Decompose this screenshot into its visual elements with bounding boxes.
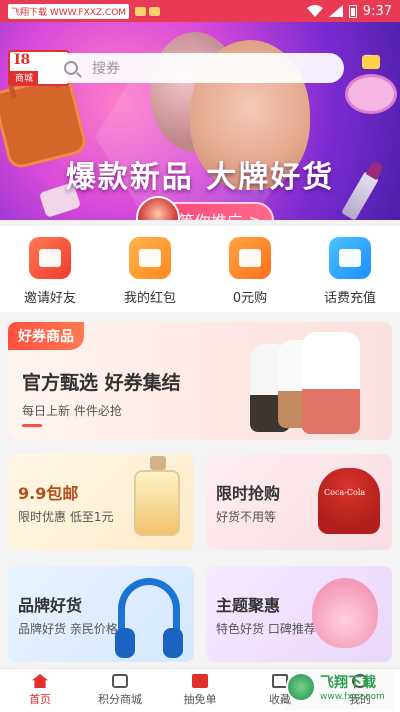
promo-card-themes[interactable]: 主题聚惠 特色好货 口碑推荐 — [206, 566, 392, 662]
quick-action-zero-buy[interactable]: 0元购 — [200, 226, 300, 312]
quick-action-red-packet[interactable]: 我的红包 — [100, 226, 200, 312]
promo-card-flash-sale[interactable]: 限时抢购 好货不用等 — [206, 454, 392, 550]
nav-points-mall[interactable]: 积分商城 — [80, 669, 160, 712]
nav-label: 首页 — [29, 693, 51, 706]
store-icon — [112, 674, 128, 688]
nav-free-draw[interactable]: 抽免单 — [160, 669, 240, 712]
coupon-subtitle: 每日上新 件件必抢 — [22, 404, 122, 418]
status-indicators: 9:37 — [306, 3, 392, 19]
quick-action-label: 邀请好友 — [23, 291, 76, 306]
promo-card-brands[interactable]: 品牌好货 品牌好货 亲民价格 — [8, 566, 194, 662]
jacket-image — [318, 468, 380, 534]
ticket-icon — [192, 674, 208, 688]
watermark-logo-icon — [286, 672, 316, 702]
promote-button-label: 等你推广 — [179, 208, 243, 220]
nav-home[interactable]: 首页 — [0, 669, 80, 712]
facial-brush-image — [312, 578, 378, 648]
banner-headline: 爆款新品 大牌好货 — [65, 160, 335, 195]
headphones-image — [115, 578, 183, 658]
compact-image — [348, 77, 394, 111]
speaker-image — [302, 332, 360, 434]
promo-card-title: 品牌好货 — [18, 596, 83, 615]
battery-icon — [348, 4, 357, 18]
promo-card-subtitle: 好货不用等 — [216, 510, 277, 524]
gift-icon — [129, 237, 171, 279]
site-watermark: 飞翔下载 www.fxxz.com — [284, 670, 394, 710]
quick-action-label: 话费充值 — [323, 291, 376, 306]
message-icon[interactable] — [362, 51, 380, 69]
coupon-underline — [22, 424, 42, 427]
watermark-url: www.fxxz.com — [320, 692, 385, 702]
promo-card-subtitle: 限时优惠 低至1元 — [18, 510, 114, 524]
search-bar[interactable]: 搜券 — [52, 53, 344, 83]
promo-card-subtitle: 品牌好货 亲民价格 — [18, 622, 118, 636]
promo-card-title: 9.9包邮 — [18, 484, 79, 503]
clock: 9:37 — [362, 3, 392, 19]
coupon-tag: 好券商品 — [8, 322, 84, 350]
hero-banner[interactable]: I8 商城 搜券 爆款新品 大牌好货 等你推广 > — [0, 22, 400, 220]
logo-subtext: 商城 — [10, 71, 38, 84]
download-watermark: 飞翔下载 WWW.FXXZ.COM — [8, 3, 130, 19]
search-icon — [64, 61, 78, 75]
watermark-title: 飞翔下载 — [320, 675, 376, 691]
notification-icon — [149, 6, 161, 16]
wifi-icon — [306, 5, 323, 17]
quick-action-label: 0元购 — [232, 291, 268, 306]
signal-icon — [328, 5, 343, 17]
phone-topup-icon — [329, 237, 371, 279]
nav-label: 抽免单 — [183, 693, 217, 706]
search-placeholder: 搜券 — [92, 61, 120, 77]
quick-action-invite[interactable]: 邀请好友 — [0, 226, 100, 312]
promote-button[interactable]: 等你推广 > — [136, 196, 274, 221]
notification-icons — [135, 6, 161, 16]
logo-text: I8 — [14, 52, 31, 68]
chevron-right-icon: > — [248, 210, 262, 221]
coupon-card[interactable]: 好券商品 官方甄选 好券集结 每日上新 件件必抢 — [8, 322, 392, 440]
quick-action-label: 我的红包 — [123, 291, 176, 306]
notification-icon — [135, 6, 147, 16]
promo-card-free-shipping[interactable]: 9.9包邮 限时优惠 低至1元 — [8, 454, 194, 550]
home-icon — [32, 674, 48, 688]
promo-card-title: 限时抢购 — [216, 484, 281, 503]
quick-action-topup[interactable]: 话费充值 — [300, 226, 400, 312]
nav-label: 积分商城 — [98, 693, 142, 706]
store-icon — [229, 237, 271, 279]
invite-icon — [29, 237, 71, 279]
coupon-title: 官方甄选 好券集结 — [22, 372, 181, 394]
status-bar: 飞翔下载 WWW.FXXZ.COM 9:37 — [0, 0, 400, 22]
quick-actions: 邀请好友 我的红包 0元购 话费充值 — [0, 226, 400, 312]
promo-card-subtitle: 特色好货 口碑推荐 — [216, 622, 316, 636]
promo-card-title: 主题聚惠 — [216, 596, 281, 615]
perfume-image — [134, 456, 180, 536]
